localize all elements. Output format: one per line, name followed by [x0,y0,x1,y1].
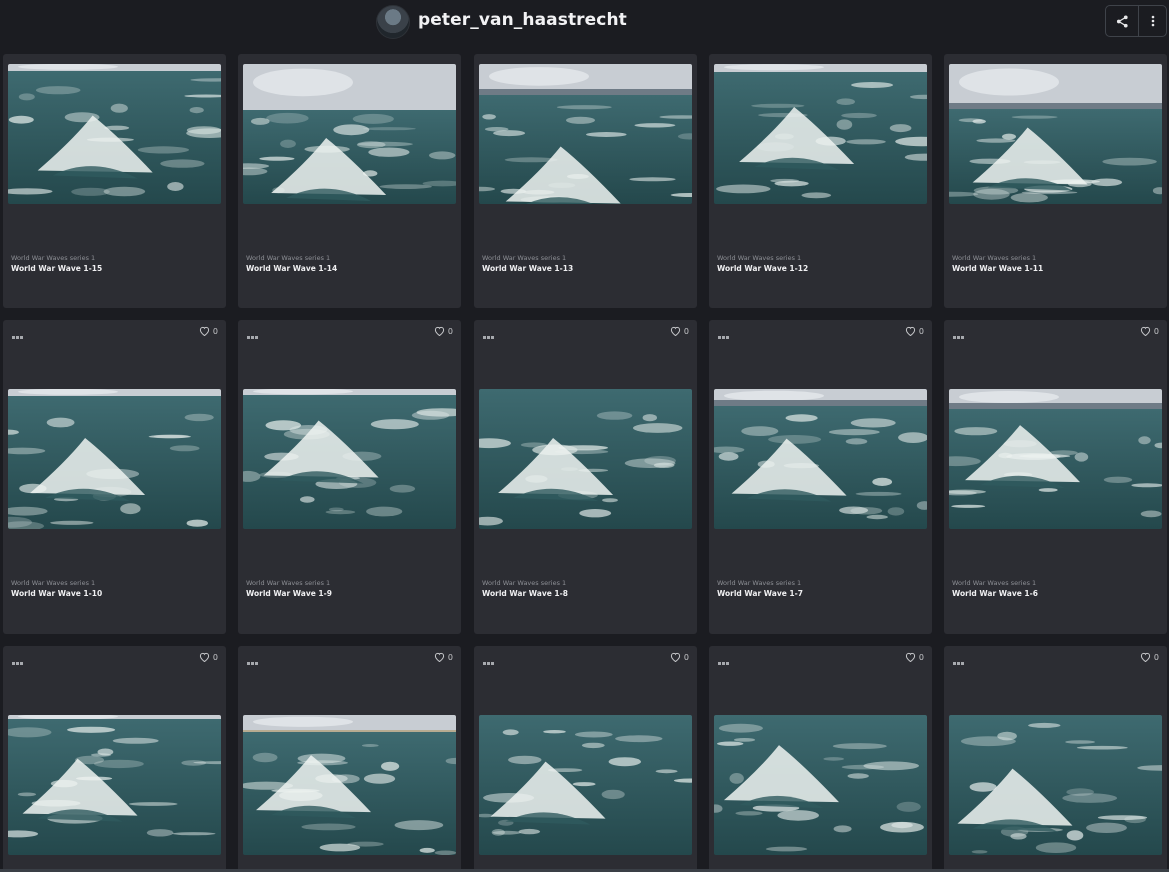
photo-card[interactable]: 0 [474,646,697,872]
like-button[interactable]: 0 [1140,652,1159,662]
like-button[interactable]: 0 [434,652,453,662]
photo-card[interactable]: 0 [709,646,932,872]
like-button[interactable]: 0 [905,652,924,662]
card-more-button[interactable] [718,653,732,665]
card-more-button[interactable] [953,327,967,339]
wave-photo[interactable] [949,715,1162,855]
like-button[interactable]: 0 [199,652,218,662]
photo-card[interactable]: 0 [238,646,461,872]
wave-photo[interactable] [714,389,927,529]
like-button[interactable]: 0 [905,326,924,336]
card-series[interactable]: World War Waves series 1 [952,579,1036,587]
card-series[interactable]: World War Waves series 1 [717,579,801,587]
photo-card[interactable]: World War Waves series 1 World War Wave 1… [944,54,1167,308]
share-button[interactable] [1106,6,1139,36]
kebab-menu-icon [1151,15,1154,27]
like-button[interactable]: 0 [434,326,453,336]
card-series[interactable]: World War Waves series 1 [11,254,95,262]
wave-photo[interactable] [479,715,692,855]
header-actions [1105,5,1167,37]
card-series[interactable]: World War Waves series 1 [952,254,1036,262]
photo-card[interactable]: World War Waves series 1 World War Wave 1… [709,54,932,308]
wave-photo[interactable] [243,389,456,529]
card-series[interactable]: World War Waves series 1 [246,254,330,262]
wave-photo[interactable] [8,715,221,855]
like-count: 0 [918,652,924,662]
username[interactable]: peter_van_haastrecht [418,10,627,30]
top-bar: peter_van_haastrecht [0,0,1169,44]
card-title[interactable]: World War Wave 1-13 [482,264,573,273]
heart-icon [905,652,915,662]
like-count: 0 [1153,652,1159,662]
heart-icon [199,652,209,662]
like-count: 0 [212,652,218,662]
wave-photo[interactable] [949,389,1162,529]
like-count: 0 [683,652,689,662]
card-title[interactable]: World War Wave 1-14 [246,264,337,273]
card-more-button[interactable] [483,653,497,665]
heart-icon [670,326,680,336]
card-title[interactable]: World War Wave 1-6 [952,589,1038,598]
wave-photo[interactable] [714,715,927,855]
heart-icon [434,652,444,662]
like-count: 0 [1153,326,1159,336]
like-count: 0 [447,652,453,662]
card-more-button[interactable] [247,653,261,665]
wave-photo[interactable] [479,389,692,529]
card-title[interactable]: World War Wave 1-10 [11,589,102,598]
heart-icon [434,326,444,336]
card-more-button[interactable] [953,653,967,665]
card-more-button[interactable] [247,327,261,339]
photo-card[interactable]: 0 [944,646,1167,872]
photo-card[interactable]: 0 World War Waves series 1 World War Wave … [474,320,697,634]
like-button[interactable]: 0 [199,326,218,336]
wave-photo[interactable] [714,64,927,204]
card-series[interactable]: World War Waves series 1 [11,579,95,587]
photo-card[interactable]: 0 World War Waves series 1 World War Wave … [3,320,226,634]
card-series[interactable]: World War Waves series 1 [482,254,566,262]
card-more-button[interactable] [12,327,26,339]
card-title[interactable]: World War Wave 1-12 [717,264,808,273]
like-button[interactable]: 0 [670,652,689,662]
card-series[interactable]: World War Waves series 1 [717,254,801,262]
photo-card[interactable]: World War Waves series 1 World War Wave 1… [3,54,226,308]
heart-icon [199,326,209,336]
avatar[interactable] [376,5,410,39]
heart-icon [905,326,915,336]
card-more-button[interactable] [12,653,26,665]
like-count: 0 [683,326,689,336]
card-title[interactable]: World War Wave 1-11 [952,264,1043,273]
like-button[interactable]: 0 [1140,326,1159,336]
photo-card[interactable]: World War Waves series 1 World War Wave 1… [474,54,697,308]
card-title[interactable]: World War Wave 1-9 [246,589,332,598]
photo-card[interactable]: 0 World War Waves series 1 World War Wave … [944,320,1167,634]
card-series[interactable]: World War Waves series 1 [482,579,566,587]
like-button[interactable]: 0 [670,326,689,336]
heart-icon [670,652,680,662]
wave-photo[interactable] [949,64,1162,204]
like-count: 0 [447,326,453,336]
more-options-button[interactable] [1139,6,1166,36]
card-series[interactable]: World War Waves series 1 [246,579,330,587]
wave-photo[interactable] [479,64,692,204]
heart-icon [1140,652,1150,662]
heart-icon [1140,326,1150,336]
card-title[interactable]: World War Wave 1-7 [717,589,803,598]
like-count: 0 [212,326,218,336]
wave-photo[interactable] [8,64,221,204]
card-more-button[interactable] [483,327,497,339]
card-more-button[interactable] [718,327,732,339]
share-icon [1116,14,1128,28]
wave-photo[interactable] [243,715,456,855]
photo-card[interactable]: 0 [3,646,226,872]
card-title[interactable]: World War Wave 1-15 [11,264,102,273]
photo-card[interactable]: 0 World War Waves series 1 World War Wave … [709,320,932,634]
card-title[interactable]: World War Wave 1-8 [482,589,568,598]
photo-card[interactable]: 0 World War Waves series 1 World War Wave … [238,320,461,634]
wave-photo[interactable] [243,64,456,204]
like-count: 0 [918,326,924,336]
photo-card[interactable]: World War Waves series 1 World War Wave 1… [238,54,461,308]
wave-photo[interactable] [8,389,221,529]
